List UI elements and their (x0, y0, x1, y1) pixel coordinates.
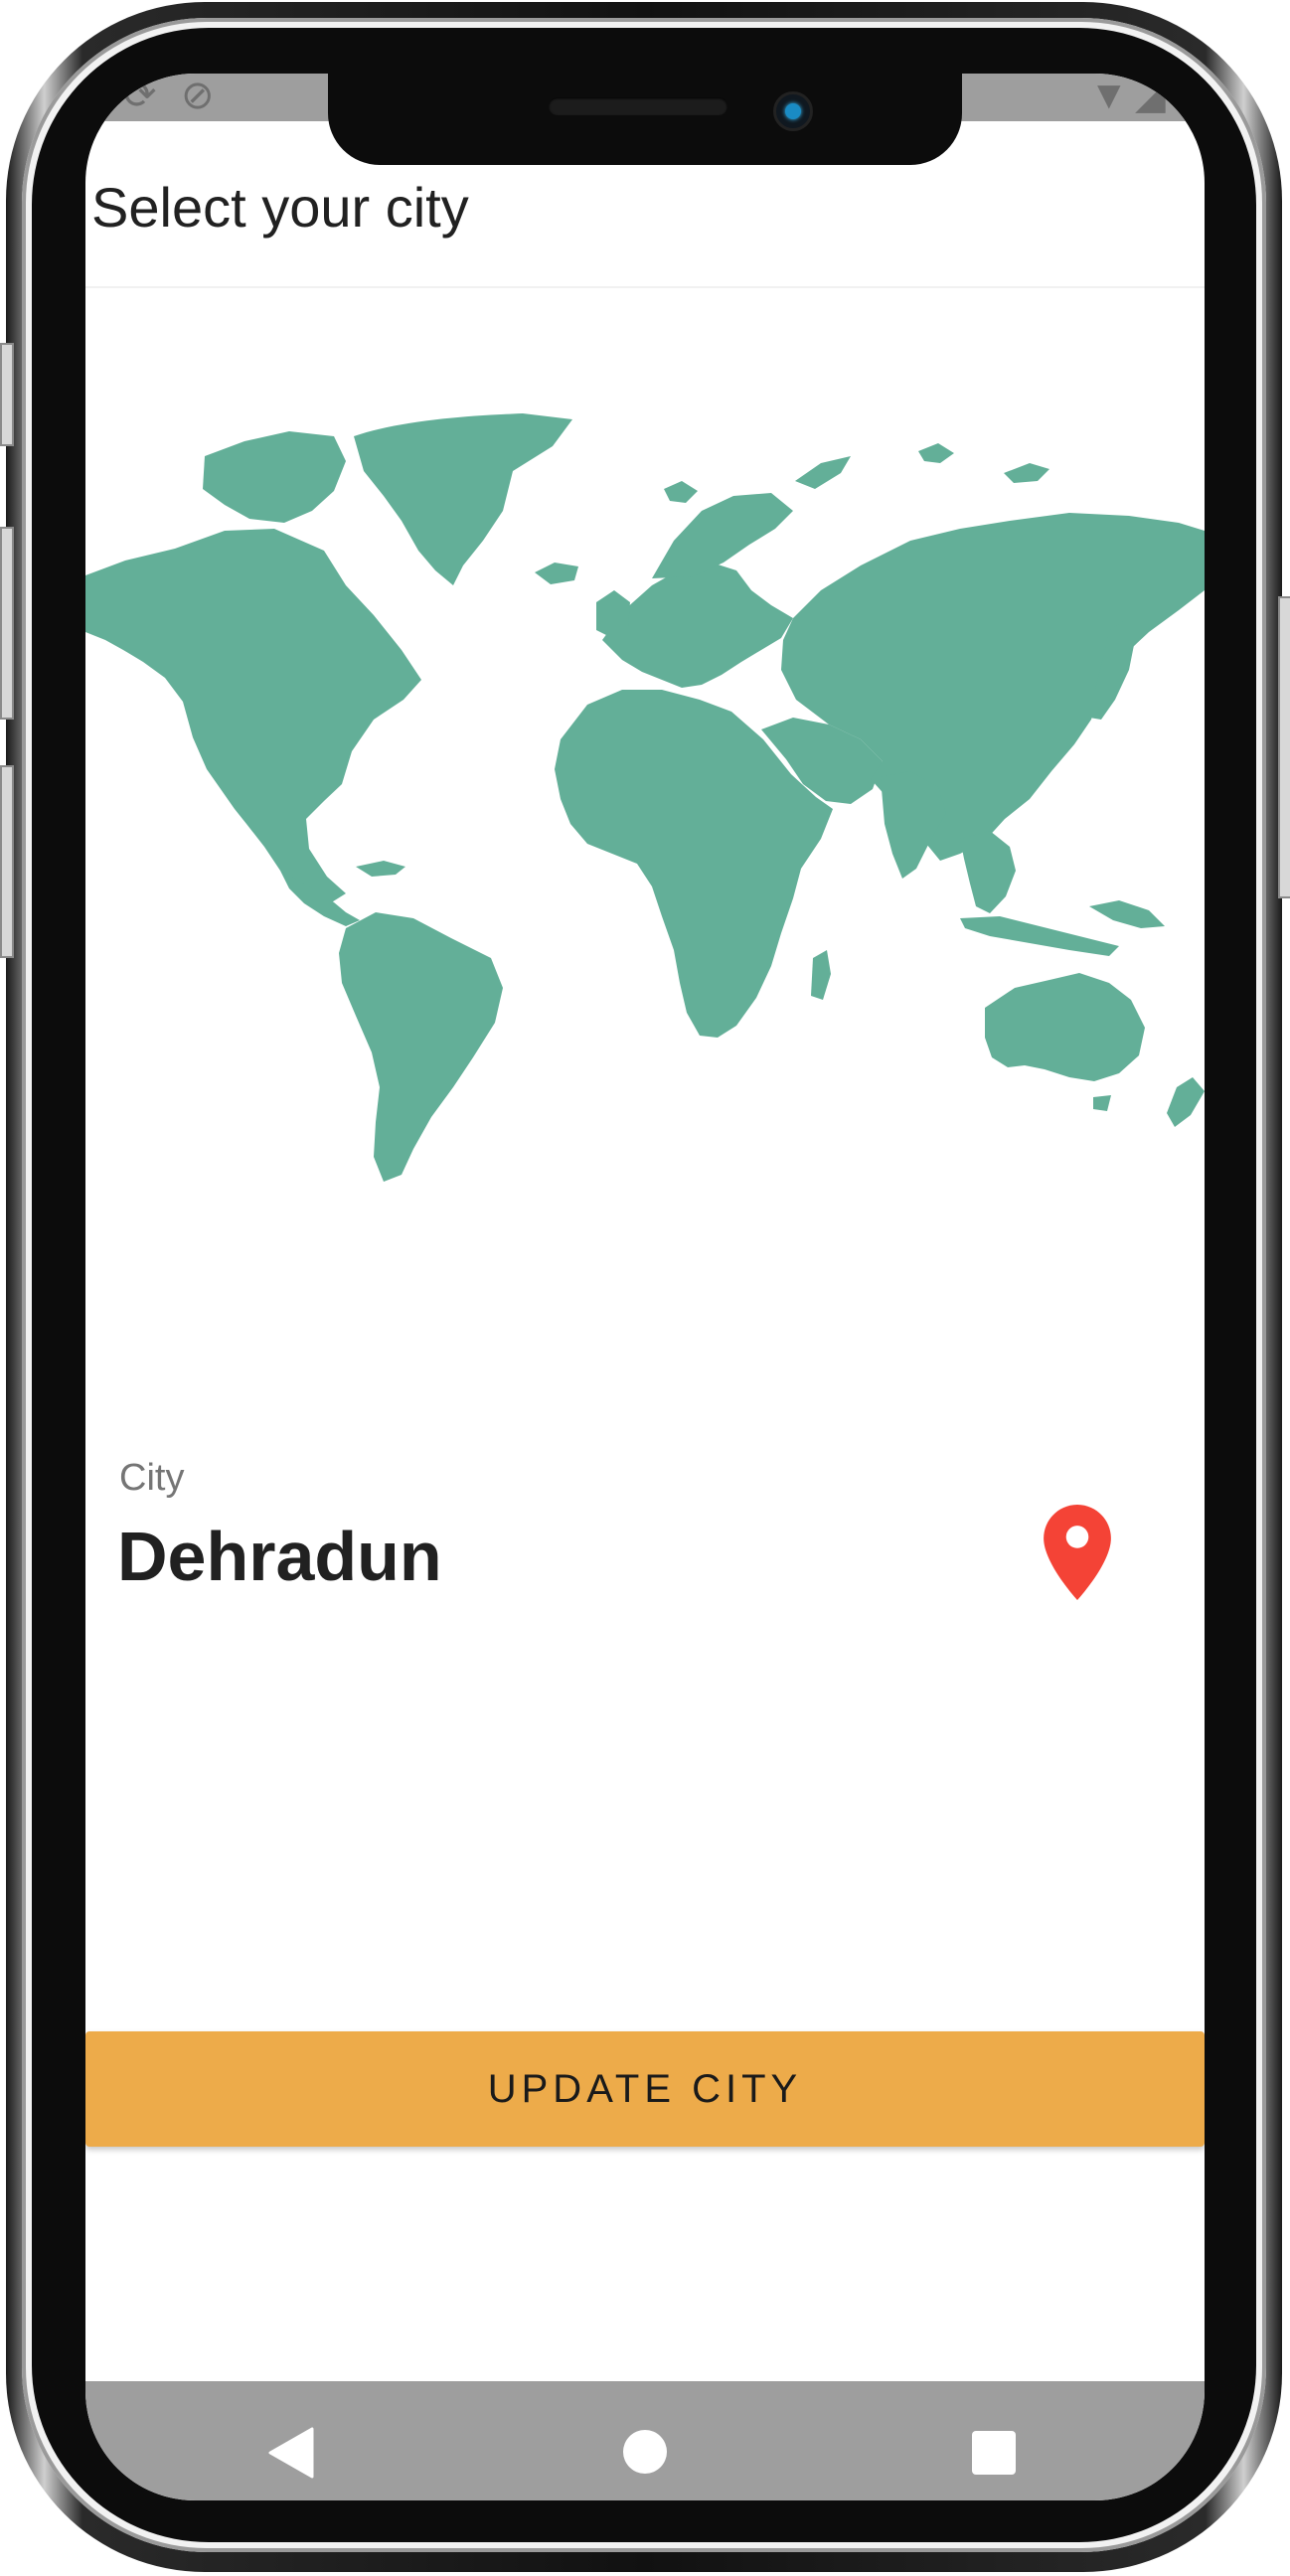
sync-icon: ⟳ (123, 74, 157, 117)
asia-landmass (781, 513, 1205, 861)
southeast-asia-landmass (960, 831, 1016, 913)
navigation-bar (85, 2381, 1205, 2500)
europe-landmass (602, 563, 793, 688)
world-map[interactable] (85, 402, 1205, 1187)
arctic-islands-landmass (203, 431, 346, 523)
volume-down-button (0, 765, 14, 958)
indonesia-landmass (960, 916, 1119, 956)
do-not-disturb-icon: ⊘ (181, 74, 215, 117)
back-triangle-icon[interactable] (268, 2427, 314, 2479)
signal-icon: ◢ (1135, 74, 1166, 117)
greenland-landmass (354, 413, 572, 585)
map-pin-icon[interactable] (1044, 1505, 1111, 1600)
north-america-landmass (85, 529, 421, 903)
silent-switch (0, 343, 14, 446)
device-screenshot: ⟳ ⊘ ▼ ◢ Select your city City Dehradun U… (0, 0, 1290, 2576)
update-city-button[interactable]: UPDATE CITY (85, 2031, 1205, 2147)
caribbean-islands-landmass (356, 861, 405, 877)
new-zealand-landmass (1167, 1077, 1205, 1127)
india-landmass (881, 771, 946, 879)
severnaya-zemlya-landmass (918, 443, 954, 463)
papua-landmass (1089, 900, 1165, 928)
page-title: Select your city (91, 176, 469, 239)
scandinavia-landmass (652, 493, 793, 578)
wifi-icon: ▼ (1089, 74, 1129, 117)
volume-up-button (0, 527, 14, 720)
australia-landmass (985, 973, 1145, 1081)
home-circle-icon[interactable] (622, 2429, 668, 2475)
iceland-landmass (535, 563, 578, 584)
novaya-zemlya-landmass (795, 456, 851, 489)
front-camera (773, 91, 813, 131)
recents-square-icon[interactable] (972, 2431, 1016, 2475)
app-screen: ⟳ ⊘ ▼ ◢ Select your city City Dehradun U… (85, 74, 1205, 2500)
svalbard-landmass (664, 481, 698, 503)
siberian-islands-landmass (1004, 463, 1049, 483)
tasmania-landmass (1093, 1095, 1111, 1111)
speaker-grille (549, 97, 727, 115)
south-america-landmass (339, 912, 503, 1182)
madagascar-landmass (811, 950, 831, 1000)
power-button (1278, 596, 1290, 898)
notch (328, 74, 962, 165)
city-label: City (119, 1457, 185, 1499)
app-bar-divider (85, 286, 1205, 288)
city-value: Dehradun (117, 1518, 442, 1595)
